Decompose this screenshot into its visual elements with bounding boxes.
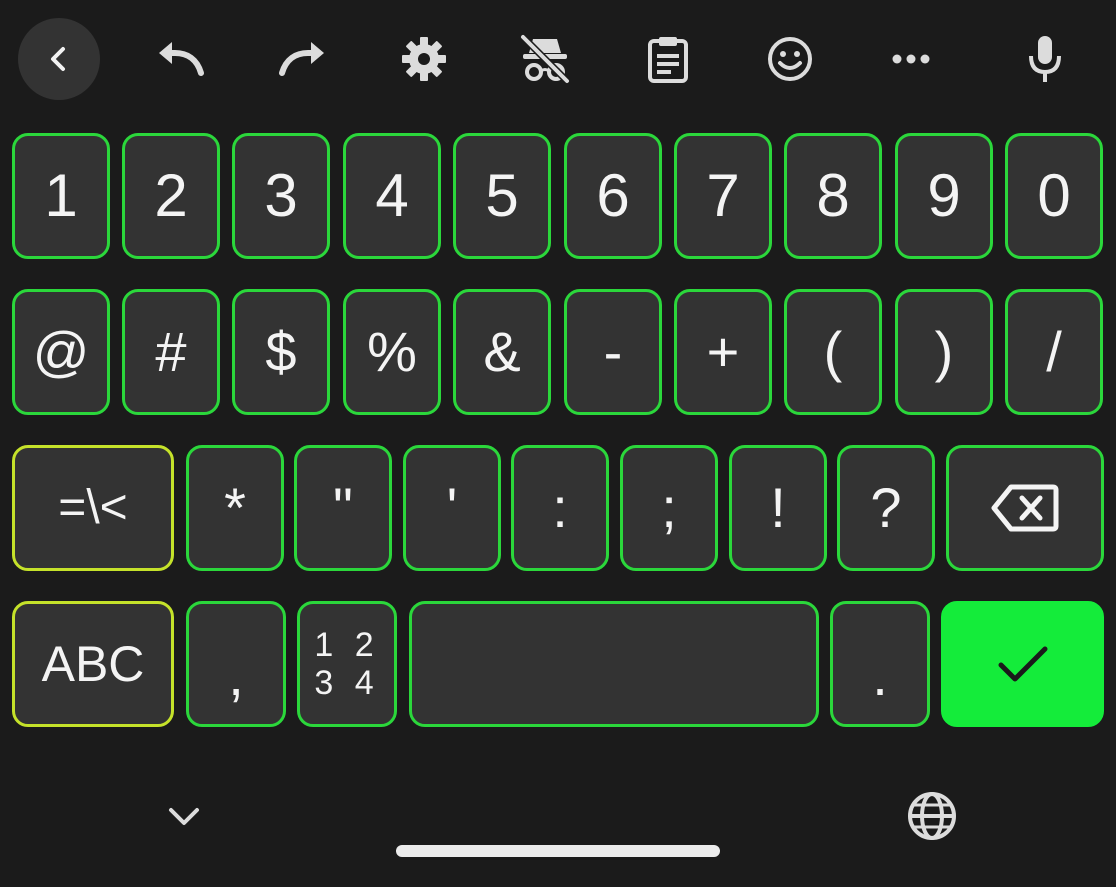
undo-icon bbox=[159, 42, 204, 76]
key-label: ? bbox=[870, 476, 902, 539]
spacebar[interactable] bbox=[409, 601, 819, 727]
settings-icon bbox=[402, 37, 446, 81]
key-exclamation[interactable]: ! bbox=[729, 445, 827, 571]
key-1[interactable]: 1 bbox=[12, 133, 110, 259]
more-symbols-key[interactable]: =\< bbox=[12, 445, 174, 571]
more-icon bbox=[892, 54, 930, 64]
numpad-key[interactable]: 1 2 3 4 bbox=[297, 601, 397, 727]
key-label: . bbox=[872, 644, 888, 707]
key-7[interactable]: 7 bbox=[674, 133, 772, 259]
emoji-button[interactable] bbox=[749, 18, 831, 100]
key-minus[interactable]: - bbox=[564, 289, 662, 415]
key-label: * bbox=[224, 476, 246, 539]
voice-input-button[interactable] bbox=[1004, 18, 1086, 100]
key-label-line1: 1 2 bbox=[314, 626, 380, 664]
abc-key[interactable]: ABC bbox=[12, 601, 174, 727]
incognito-button[interactable] bbox=[504, 18, 586, 100]
key-apostrophe[interactable]: ' bbox=[403, 445, 501, 571]
key-dollar[interactable]: $ bbox=[232, 289, 330, 415]
switch-language-button[interactable] bbox=[904, 788, 960, 844]
key-label: " bbox=[333, 476, 353, 539]
key-label: ABC bbox=[41, 636, 145, 692]
key-label: 2 bbox=[154, 162, 188, 229]
key-plus[interactable]: + bbox=[674, 289, 772, 415]
key-label: ' bbox=[446, 476, 458, 539]
key-3[interactable]: 3 bbox=[232, 133, 330, 259]
backspace-key[interactable] bbox=[946, 445, 1104, 571]
key-5[interactable]: 5 bbox=[453, 133, 551, 259]
key-label: ; bbox=[661, 476, 677, 539]
key-at[interactable]: @ bbox=[12, 289, 110, 415]
back-button[interactable] bbox=[18, 18, 100, 100]
key-label: - bbox=[603, 320, 623, 383]
key-label: 9 bbox=[927, 162, 961, 229]
key-comma[interactable]: , bbox=[186, 601, 286, 727]
mic-icon bbox=[1029, 36, 1061, 82]
emoji-icon bbox=[768, 37, 812, 81]
key-slash[interactable]: / bbox=[1005, 289, 1103, 415]
key-period[interactable]: . bbox=[830, 601, 930, 727]
redo-button[interactable] bbox=[261, 18, 343, 100]
key-ampersand[interactable]: & bbox=[453, 289, 551, 415]
chevron-down-icon bbox=[169, 808, 199, 825]
key-label: , bbox=[228, 644, 244, 707]
hide-keyboard-button[interactable] bbox=[160, 794, 208, 838]
key-label: 5 bbox=[485, 162, 519, 229]
key-label: / bbox=[1046, 320, 1062, 383]
key-label: $ bbox=[265, 320, 297, 383]
key-label-line2: 3 4 bbox=[314, 664, 380, 702]
key-double-quote[interactable]: " bbox=[294, 445, 392, 571]
settings-button[interactable] bbox=[383, 18, 465, 100]
key-label: ( bbox=[823, 320, 843, 383]
undo-button[interactable] bbox=[140, 18, 222, 100]
key-percent[interactable]: % bbox=[343, 289, 441, 415]
key-left-paren[interactable]: ( bbox=[784, 289, 882, 415]
globe-icon bbox=[908, 792, 956, 840]
key-label: 0 bbox=[1037, 162, 1071, 229]
key-label: @ bbox=[32, 320, 90, 383]
key-label: 7 bbox=[706, 162, 740, 229]
back-icon bbox=[51, 47, 65, 71]
home-indicator[interactable] bbox=[396, 845, 720, 857]
key-0[interactable]: 0 bbox=[1005, 133, 1103, 259]
key-label: 1 bbox=[44, 162, 78, 229]
backspace-icon bbox=[991, 484, 1059, 532]
key-label: + bbox=[706, 320, 740, 383]
more-button[interactable] bbox=[870, 18, 952, 100]
key-label: : bbox=[552, 476, 568, 539]
key-right-paren[interactable]: ) bbox=[895, 289, 993, 415]
key-label: % bbox=[367, 320, 417, 383]
key-hash[interactable]: # bbox=[122, 289, 220, 415]
key-label: =\< bbox=[58, 481, 128, 534]
key-label: 4 bbox=[375, 162, 409, 229]
key-8[interactable]: 8 bbox=[784, 133, 882, 259]
key-9[interactable]: 9 bbox=[895, 133, 993, 259]
key-label: 8 bbox=[816, 162, 850, 229]
enter-key[interactable] bbox=[941, 601, 1104, 727]
key-label: & bbox=[483, 320, 521, 383]
clipboard-button[interactable] bbox=[627, 18, 709, 100]
key-label: 3 bbox=[264, 162, 298, 229]
key-semicolon[interactable]: ; bbox=[620, 445, 718, 571]
redo-icon bbox=[279, 42, 324, 76]
check-icon bbox=[998, 646, 1047, 682]
clipboard-icon bbox=[648, 37, 688, 83]
key-4[interactable]: 4 bbox=[343, 133, 441, 259]
key-label: ) bbox=[934, 320, 954, 383]
incognito-off-icon bbox=[520, 34, 570, 84]
key-2[interactable]: 2 bbox=[122, 133, 220, 259]
key-label: 6 bbox=[596, 162, 630, 229]
key-colon[interactable]: : bbox=[511, 445, 609, 571]
key-asterisk[interactable]: * bbox=[186, 445, 284, 571]
key-label: # bbox=[155, 320, 187, 383]
key-6[interactable]: 6 bbox=[564, 133, 662, 259]
key-question[interactable]: ? bbox=[837, 445, 935, 571]
key-label: ! bbox=[770, 476, 786, 539]
